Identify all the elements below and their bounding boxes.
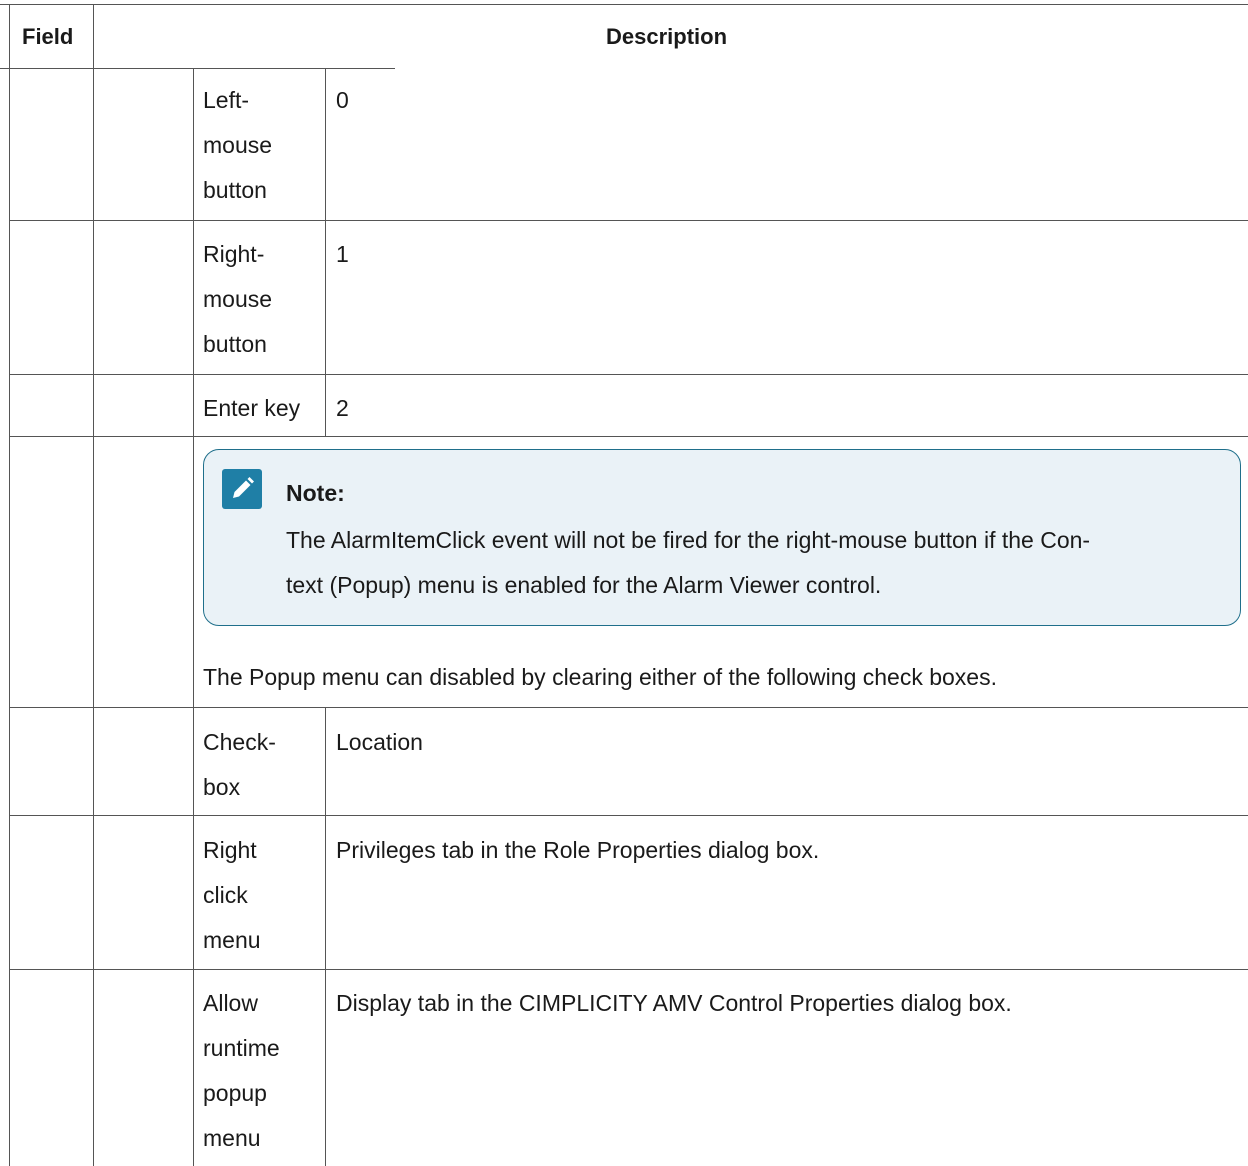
edit-pencil-icon — [222, 469, 262, 509]
note-body: The AlarmItemClick event will not be fir… — [286, 527, 1091, 598]
header-description: Description — [606, 24, 728, 49]
row-value: 2 — [336, 395, 349, 421]
row-label: Check- box — [203, 729, 276, 800]
row-label: Enter key — [203, 395, 301, 421]
popup-menu-text: The Popup menu can disabled by clearing … — [203, 664, 997, 690]
note-title: Note: — [286, 480, 345, 506]
row-value: Privileges tab in the Role Properties di… — [336, 837, 820, 863]
row-label: Right- mouse button — [203, 241, 273, 357]
row-value: Display tab in the CIMPLICITY AMV Contro… — [336, 990, 1012, 1016]
row-value: 0 — [336, 87, 349, 113]
note-callout: Note: The AlarmItemClick event will not … — [203, 449, 1241, 626]
row-label: Right click menu — [203, 837, 261, 953]
row-value: 1 — [336, 241, 349, 267]
row-label: Allow runtime popup menu — [203, 990, 280, 1151]
row-label: Left- mouse button — [203, 87, 273, 203]
header-field: Field — [22, 24, 74, 49]
row-value: Location — [336, 729, 423, 755]
